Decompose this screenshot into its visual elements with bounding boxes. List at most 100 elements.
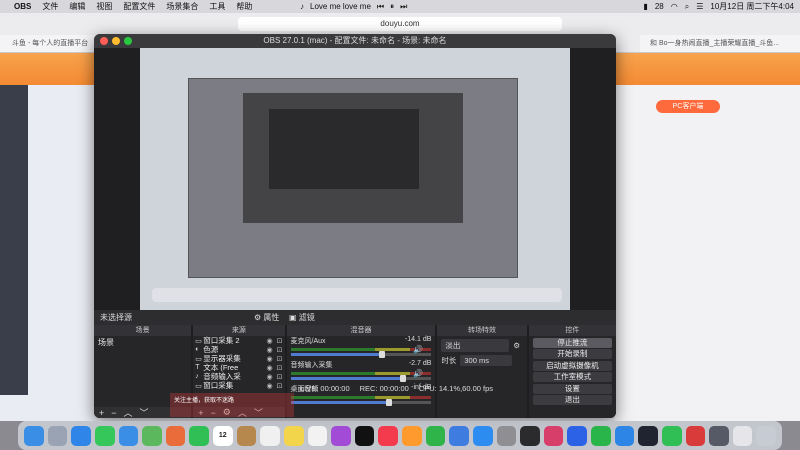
menu-profile[interactable]: 配置文件 [123, 1, 155, 12]
obs-icon[interactable] [520, 425, 540, 446]
obs-preview[interactable] [94, 48, 616, 310]
appletv-icon[interactable] [354, 425, 375, 446]
numbers-icon[interactable] [425, 425, 446, 446]
notes-brown-icon[interactable] [236, 425, 257, 446]
mail-icon[interactable] [118, 425, 139, 446]
move-down-icon[interactable]: ﹀ [140, 406, 149, 418]
freeform-icon[interactable] [307, 425, 328, 446]
menu-clock[interactable]: 10月12日 周二下午4:04 [710, 1, 794, 12]
lock-icon[interactable]: ⊡ [275, 373, 285, 381]
search-icon[interactable]: ⌕ [685, 2, 689, 12]
menu-scene-collection[interactable]: 场景集合 [166, 1, 198, 12]
netease-icon[interactable] [685, 425, 706, 446]
minimize-icon[interactable] [112, 37, 120, 45]
calendar-icon[interactable]: 12 [213, 425, 233, 446]
control-center-icon[interactable]: ☰ [696, 2, 703, 11]
remove-scene-icon[interactable]: − [111, 408, 116, 418]
slider-knob[interactable] [386, 399, 393, 406]
settings-icon[interactable] [496, 425, 517, 446]
menu-view[interactable]: 视图 [96, 1, 112, 12]
lock-icon[interactable]: ⊡ [275, 364, 285, 372]
add-scene-icon[interactable]: + [99, 408, 104, 418]
pause-icon[interactable]: ⏸ [390, 2, 394, 12]
address-bar[interactable]: douyu.com [238, 17, 562, 31]
close-icon[interactable] [100, 37, 108, 45]
stop-streaming-button[interactable]: 停止推流 [532, 337, 613, 348]
baidu-icon[interactable] [567, 425, 587, 446]
messages-icon[interactable] [94, 425, 115, 446]
screenshot-icon[interactable] [709, 425, 729, 446]
text-icon: T [195, 364, 200, 371]
volume-slider[interactable] [290, 399, 432, 406]
window-capture-icon: ▭ [195, 337, 202, 345]
lock-icon[interactable]: ⊡ [275, 337, 285, 345]
lock-icon[interactable]: ⊡ [275, 355, 285, 363]
lock-icon[interactable]: ⊡ [275, 346, 285, 354]
eye-icon[interactable]: ◉ [265, 373, 275, 381]
photos-icon[interactable] [165, 425, 186, 446]
pc-client-button[interactable]: PC客户端 [656, 100, 720, 113]
transition-select[interactable]: 淡出 [441, 339, 510, 352]
obs-title-bar[interactable]: OBS 27.0.1 (mac) - 配置文件: 未命名 - 场景: 未命名 [94, 34, 616, 48]
reminders-icon[interactable] [260, 425, 280, 446]
macos-dock: 12 [18, 421, 782, 450]
speaker-icon[interactable]: 🔊 [413, 345, 423, 354]
move-up-icon[interactable]: ︿ [124, 406, 133, 418]
filters-button[interactable]: ▣ 滤镜 [289, 310, 315, 325]
trash-icon[interactable] [756, 425, 776, 446]
volume-slider[interactable] [290, 351, 432, 358]
pages-icon[interactable] [402, 425, 422, 446]
scene-item[interactable]: 场景 [94, 336, 191, 349]
lock-icon[interactable]: ⊡ [275, 382, 285, 390]
settings-button[interactable]: 设置 [532, 383, 613, 394]
appstore-icon[interactable] [472, 425, 493, 446]
eye-icon[interactable]: ◉ [265, 355, 275, 363]
facetime-icon[interactable] [189, 425, 209, 446]
wifi-icon[interactable]: ◠ [671, 2, 678, 11]
iqiyi-icon[interactable] [591, 425, 611, 446]
captured-dock [152, 288, 562, 302]
eye-icon[interactable]: ◉ [265, 364, 275, 372]
duration-input[interactable]: 300 ms [460, 355, 513, 366]
exit-button[interactable]: 退出 [532, 395, 613, 405]
launchpad-icon[interactable] [47, 425, 68, 446]
podcasts-icon[interactable] [331, 425, 351, 446]
eye-icon[interactable]: ◉ [265, 382, 275, 390]
menu-file[interactable]: 文件 [42, 1, 58, 12]
color-source-icon: ◐ [195, 346, 200, 353]
menu-app-name[interactable]: OBS [14, 2, 31, 11]
volume-slider[interactable] [290, 375, 432, 382]
maximize-icon[interactable] [124, 37, 132, 45]
eye-icon[interactable]: ◉ [265, 346, 275, 354]
eye-icon[interactable]: ◉ [265, 337, 275, 345]
previous-icon[interactable]: ⏮ [377, 2, 384, 12]
screen-mirror-icon[interactable] [732, 425, 753, 446]
safari-icon[interactable] [71, 425, 91, 446]
tencent-icon[interactable] [614, 425, 635, 446]
speaker-icon[interactable]: 🔊 [413, 369, 423, 378]
toolbox-icon[interactable] [543, 425, 564, 446]
keynote-icon[interactable] [449, 425, 469, 446]
source-item[interactable]: ▭ 窗口采集 ◉ ⊡ [193, 381, 284, 390]
slider-knob[interactable] [379, 351, 386, 358]
next-icon[interactable]: ⏭ [400, 2, 407, 12]
nested-capture-1 [188, 78, 518, 278]
menu-edit[interactable]: 编辑 [69, 1, 85, 12]
wechat-icon[interactable] [661, 425, 682, 446]
start-virtual-camera-button[interactable]: 启动虚拟摄像机 [532, 360, 613, 371]
maps-icon[interactable] [142, 425, 162, 446]
slider-knob[interactable] [400, 375, 407, 382]
music-icon[interactable] [378, 425, 398, 446]
properties-button[interactable]: ⚙ 属性 [254, 310, 279, 325]
menu-tools[interactable]: 工具 [209, 1, 225, 12]
studio-mode-button[interactable]: 工作室模式 [532, 372, 613, 382]
finder-icon[interactable] [24, 425, 44, 446]
battery-icon[interactable]: ▮ [643, 2, 647, 11]
gear-icon[interactable]: ⚙ [513, 341, 520, 350]
now-playing[interactable]: ♪ Love me love me ⏮ ⏸ ⏭ [300, 2, 407, 12]
notes-icon[interactable] [283, 425, 304, 446]
menu-help[interactable]: 帮助 [236, 1, 252, 12]
app-dark-icon[interactable] [638, 425, 658, 446]
browser-tab-right[interactable]: 和 Bo一身热闹直播_主播荣耀直播_斗鱼... [640, 35, 800, 52]
start-recording-button[interactable]: 开始录制 [532, 349, 613, 359]
